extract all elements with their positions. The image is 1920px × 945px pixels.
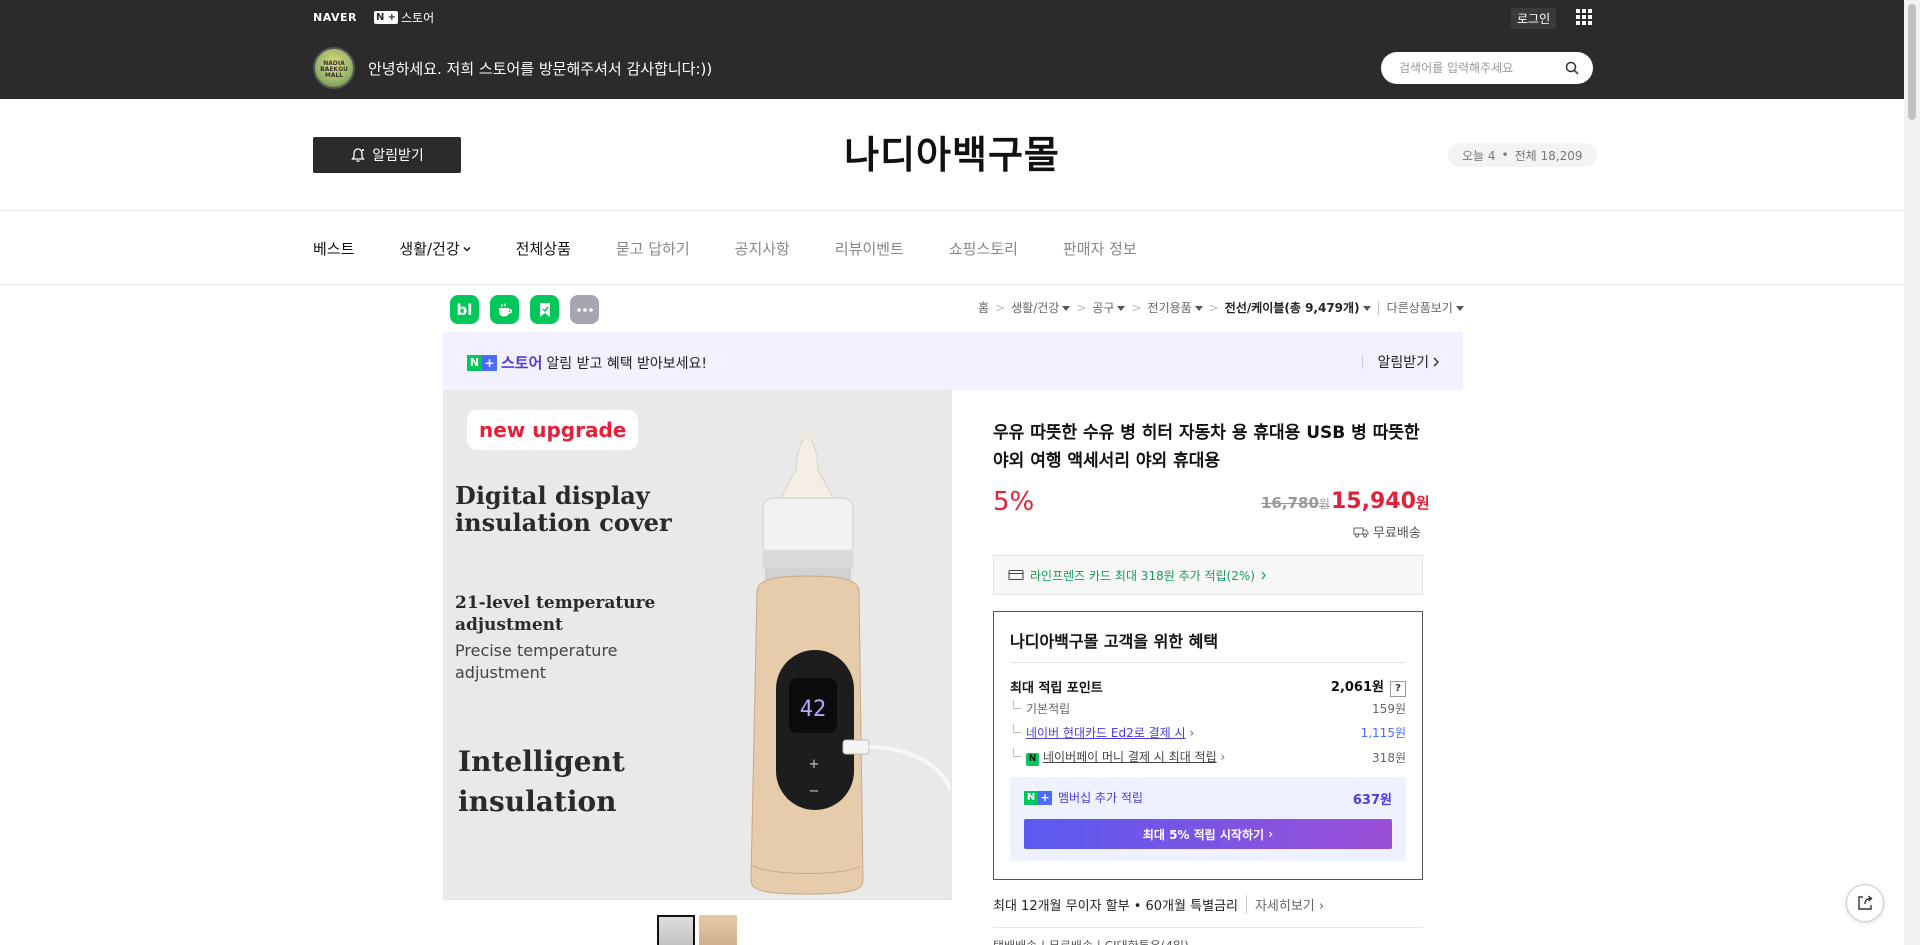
membership-benefit-box: N + 멤버십 추가 적립 637원 최대 5% 적립 시작하기 › xyxy=(1010,777,1406,861)
nav-item-qna[interactable]: 묻고 답하기 xyxy=(616,238,690,259)
nav-item-living-health-label: 생활/건강 xyxy=(399,240,460,258)
chevron-right-icon xyxy=(1261,571,1266,579)
breadcrumb-category-3[interactable]: 전기용품 xyxy=(1148,299,1203,316)
image-tagline: Intelligent insulation xyxy=(458,745,625,818)
store-profile-avatar[interactable]: NADIA BAEKGU MALL xyxy=(313,47,355,89)
breadcrumb-category-current[interactable]: 전선/케이블(총 9,479개) xyxy=(1225,299,1371,316)
shipping-label: 무료배송 xyxy=(1373,526,1421,541)
installment-text: 최대 12개월 무이자 할부 • 60개월 특별금리 xyxy=(993,899,1238,914)
promo-alarm-button[interactable]: 알림받기 xyxy=(1362,352,1439,372)
nav-item-notice[interactable]: 공지사항 xyxy=(735,238,790,259)
svg-text:+: + xyxy=(809,757,820,772)
shipping-info: 무료배송 xyxy=(1353,522,1421,541)
breadcrumb-category-1[interactable]: 생활/건강 xyxy=(1011,299,1071,316)
header-divider xyxy=(0,210,1904,211)
scrollbar-thumb[interactable] xyxy=(1908,4,1916,120)
card-benefit-banner[interactable]: 라인프렌즈 카드 최대 318원 추가 적립(2%) xyxy=(993,555,1423,595)
naver-plus-logo-icon: N + xyxy=(467,354,497,371)
share-icon xyxy=(1858,895,1873,910)
visitors-today: 오늘 4 xyxy=(1462,148,1496,163)
delivery-info-row: 택배배송 | 무료배송 | CJ대한통운(4일) xyxy=(993,937,1189,945)
original-price: 16,780원 xyxy=(1261,494,1330,512)
floating-share-button[interactable] xyxy=(1846,884,1884,922)
nav-item-living-health[interactable]: 생활/건강 xyxy=(399,238,471,259)
naver-plus-store-label: 스토어 xyxy=(401,11,435,25)
bookmark-share-icon[interactable] xyxy=(530,295,559,324)
nav-item-seller-info[interactable]: 판매자 정보 xyxy=(1063,238,1137,259)
max-points-row: 최대 적립 포인트 2,061원? xyxy=(1010,676,1406,697)
basic-points-row: 기본적립 159원 xyxy=(1010,700,1406,717)
breadcrumb: 홈 > 생활/건강 > 공구 > 전기용품 > 전선/케이블(총 9,479개)… xyxy=(978,299,1464,316)
store-greeting: 안녕하세요. 저희 스토어를 방문해주셔서 감사합니다:)) xyxy=(368,60,713,78)
max-points-value: 2,061원 xyxy=(1330,680,1384,695)
cafe-share-icon[interactable] xyxy=(490,295,519,324)
chevron-down-icon xyxy=(463,246,471,251)
share-icons: bl xyxy=(450,295,599,324)
customer-benefit-box: 나디아백구몰 고객을 위한 혜택 최대 적립 포인트 2,061원? 기본적립 … xyxy=(993,611,1423,880)
naver-plus-store-logo: N + xyxy=(374,11,398,24)
nav-divider xyxy=(0,284,1904,285)
delivery-truck-icon xyxy=(1353,527,1369,537)
image-feature-subtitle: Precise temperature adjustment xyxy=(455,641,618,682)
chevron-right-icon xyxy=(1433,357,1439,367)
nav-item-all-products[interactable]: 전체상품 xyxy=(516,238,571,259)
product-thumbnail-1[interactable] xyxy=(657,915,695,945)
svg-text:42: 42 xyxy=(800,697,827,722)
visitors-total: 전체 18,209 xyxy=(1514,148,1583,163)
store-title[interactable]: 나디아백구몰 xyxy=(0,124,1904,179)
image-headline: Digital display insulation cover xyxy=(455,481,672,537)
nav-item-shopping-story[interactable]: 쇼핑스토리 xyxy=(949,238,1018,259)
visitor-separator-dot: • xyxy=(1501,148,1509,162)
search-icon[interactable] xyxy=(1565,61,1579,75)
installment-info: 최대 12개월 무이자 할부 • 60개월 특별금리 자세히보기 › xyxy=(993,895,1324,914)
svg-text:−: − xyxy=(809,784,820,799)
nav-item-review-event[interactable]: 리뷰이벤트 xyxy=(835,238,904,259)
image-feature-title: 21-level temperature adjustment xyxy=(455,593,656,635)
naver-logo[interactable]: NAVER xyxy=(313,11,357,24)
membership-start-button[interactable]: 최대 5% 적립 시작하기 › xyxy=(1024,819,1392,849)
visitor-count: 오늘 4 • 전체 18,209 xyxy=(1448,143,1597,167)
npay-money-link: 네이버페이 머니 결제 시 최대 적립 xyxy=(1043,750,1217,764)
npay-points-row: N 네이버페이 머니 결제 시 최대 적립 › 318원 xyxy=(1010,748,1406,766)
naver-pay-icon: N xyxy=(1026,753,1039,766)
product-thumbnail-2[interactable] xyxy=(699,915,737,945)
card-benefit-text: 라인프렌즈 카드 최대 318원 추가 적립(2%) xyxy=(1030,568,1255,583)
naver-plus-membership-icon: N + xyxy=(1024,790,1052,805)
search-input[interactable] xyxy=(1399,52,1559,84)
app-menu-grid-icon[interactable] xyxy=(1576,9,1592,25)
hyundai-card-link: 네이버 현대카드 Ed2로 결제 시 xyxy=(1026,726,1186,740)
more-share-icon[interactable] xyxy=(570,295,599,324)
breadcrumb-category-2[interactable]: 공구 xyxy=(1092,299,1126,316)
global-header: NAVER N + 스토어 로그인 NADIA BAEKGU MALL 안녕하세… xyxy=(0,0,1920,99)
benefit-title: 나디아백구몰 고객을 위한 혜택 xyxy=(1010,632,1219,651)
sale-price: 15,940원 xyxy=(1331,489,1430,514)
help-icon[interactable]: ? xyxy=(1390,681,1406,697)
page-scrollbar[interactable] xyxy=(1904,0,1920,945)
installment-more-link[interactable]: 자세히보기 › xyxy=(1245,895,1324,914)
login-button[interactable]: 로그인 xyxy=(1511,8,1557,29)
promo-store-label: 스토어 xyxy=(501,354,543,372)
product-main-image[interactable]: new upgrade Digital display insulation co… xyxy=(443,390,952,899)
store-search-box xyxy=(1381,52,1593,84)
credit-card-icon xyxy=(1008,570,1024,580)
image-badge-text: new upgrade xyxy=(467,410,639,450)
store-category-nav: 베스트 생활/건강 전체상품 묻고 답하기 공지사항 리뷰이벤트 쇼핑스토리 판… xyxy=(313,238,1182,259)
bottle-warmer-illustration: 42 + − xyxy=(750,430,951,895)
product-thumbnail-list xyxy=(443,899,952,945)
product-title: 우유 따뜻한 수유 병 히터 자동차 용 휴대용 USB 병 따뜻한 야외 여행… xyxy=(993,423,1420,471)
discount-rate: 5% xyxy=(993,487,1035,517)
promo-text: 알림 받고 혜택 받아보세요! xyxy=(546,355,708,372)
blog-share-icon[interactable]: bl xyxy=(450,295,479,324)
breadcrumb-home[interactable]: 홈 xyxy=(978,299,989,316)
promo-message: N + 스토어 알림 받고 혜택 받아보세요! xyxy=(467,352,707,373)
breadcrumb-other-products[interactable]: 다른상품보기 xyxy=(1387,299,1464,316)
nav-item-best[interactable]: 베스트 xyxy=(313,238,354,259)
naver-plus-promo-banner: N + 스토어 알림 받고 혜택 받아보세요! 알림받기 xyxy=(443,332,1463,390)
hyundai-card-points-row: 네이버 현대카드 Ed2로 결제 시 › 1,115원 xyxy=(1010,724,1406,741)
membership-label: N + 멤버십 추가 적립 xyxy=(1024,789,1143,806)
membership-value: 637원 xyxy=(1352,793,1392,808)
naver-plus-store-link[interactable]: N + 스토어 xyxy=(374,9,434,26)
